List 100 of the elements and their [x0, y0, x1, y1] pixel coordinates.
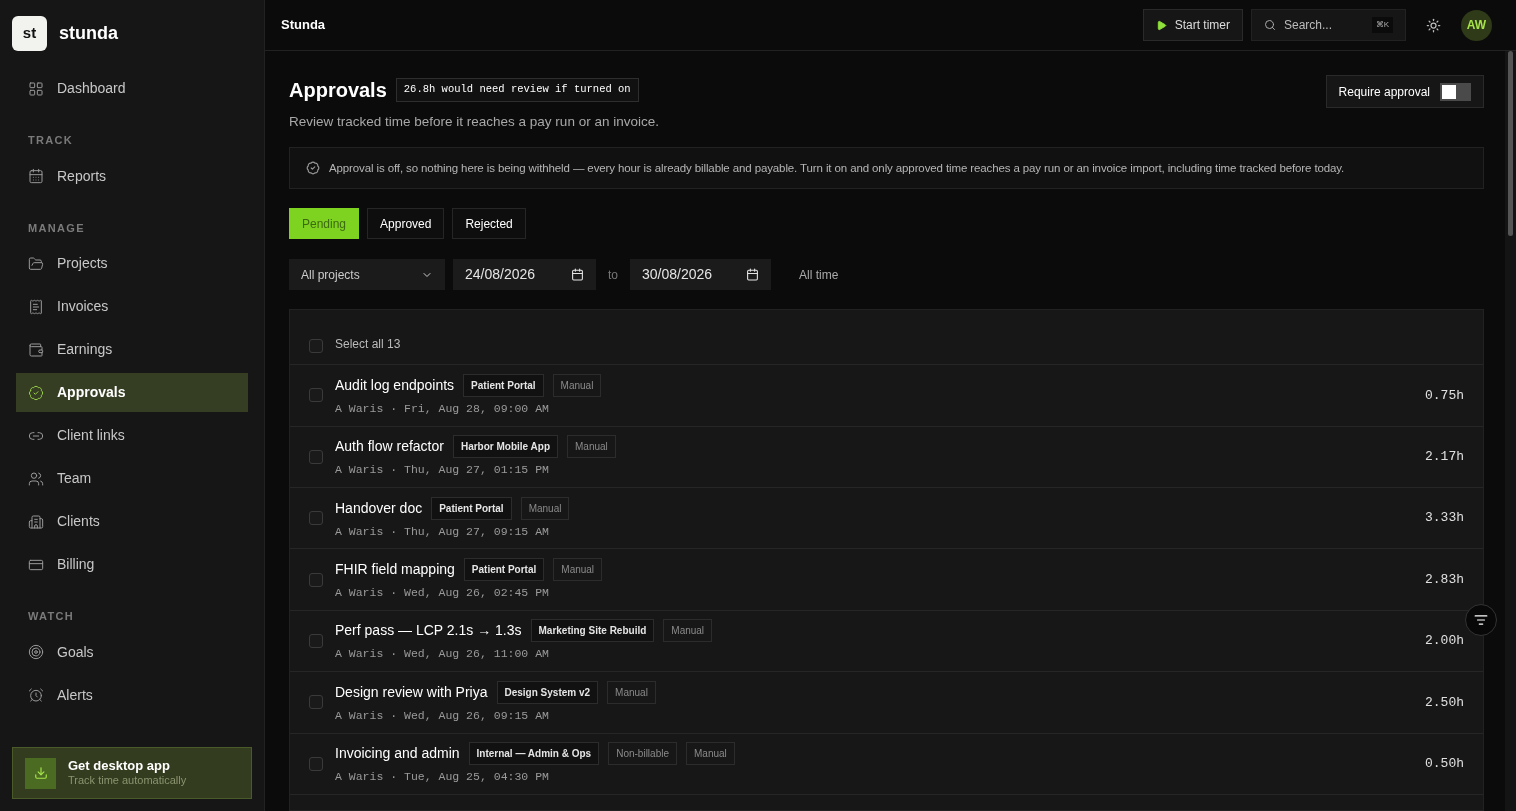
entry-title: Audit log endpoints — [335, 375, 455, 395]
checkbox[interactable] — [309, 339, 323, 354]
scrollbar-thumb[interactable] — [1508, 51, 1513, 236]
entry-hours: 2.50h — [1425, 693, 1464, 712]
project-tag: Marketing Site Rebuild — [530, 619, 655, 643]
promo-title: Get desktop app — [68, 758, 171, 775]
entry-meta: A Waris · Wed, Aug 26, 11:00 AM — [335, 646, 550, 663]
nav-item[interactable]: Clients — [16, 502, 248, 541]
shortcut-key: ⌘K — [1371, 17, 1393, 33]
checkbox[interactable] — [309, 388, 323, 403]
checkbox[interactable] — [309, 572, 323, 587]
project-tag: Patient Portal — [431, 496, 512, 520]
receipt-icon — [28, 298, 44, 315]
entry-meta: A Waris · Tue, Aug 25, 04:30 PM — [335, 769, 550, 786]
project-tag: Design System v2 — [496, 680, 599, 704]
select-all-label[interactable]: Select all 13 — [335, 335, 401, 354]
entry-title: Invoicing and admin — [335, 744, 460, 764]
entry-row[interactable]: Design review with Priya Design System v2 Manual A Waris · Wed, Aug 26, 09:15 AM 2.50h — [290, 672, 1483, 734]
entry-hours: 2.17h — [1425, 448, 1464, 467]
checkbox[interactable] — [309, 756, 323, 771]
calendar-icon — [28, 168, 44, 184]
project-select[interactable]: All projects — [289, 259, 445, 291]
checkbox[interactable] — [309, 695, 323, 710]
entry-hours: 3.33h — [1425, 509, 1464, 528]
nav-item[interactable]: Billing — [16, 545, 248, 584]
wallet-icon — [28, 341, 44, 358]
range-separator: to — [607, 266, 619, 284]
play-icon — [1155, 19, 1167, 31]
status-tab[interactable]: Pending — [289, 208, 360, 240]
entry-tag: Manual — [567, 435, 616, 459]
nav-item[interactable]: Invoices — [16, 287, 248, 326]
entry-meta: A Waris · Wed, Aug 26, 09:15 AM — [335, 707, 550, 724]
people-icon — [28, 470, 44, 487]
desktop-app-promo[interactable]: Get desktop app Track time automatically — [12, 747, 252, 799]
download-icon — [25, 757, 56, 789]
entry-meta: A Waris · Wed, Aug 26, 02:45 PM — [335, 585, 550, 601]
entry-tag: Manual — [607, 680, 656, 704]
search-field[interactable]: Search... — [1284, 16, 1364, 34]
entry-row[interactable]: FHIR field mapping Patient Portal Manual A Waris · Wed, Aug 26, 02:45 PM 2.83h — [290, 549, 1483, 611]
nav-item[interactable]: Earnings — [16, 330, 248, 369]
checkbox[interactable] — [309, 634, 323, 648]
all-time-button[interactable]: All time — [779, 259, 859, 291]
toggle-switch[interactable] — [1440, 82, 1471, 101]
user-avatar[interactable]: AW — [1461, 9, 1492, 41]
entry-tag: Manual — [520, 496, 570, 520]
nav-item[interactable]: Approvals — [16, 373, 248, 412]
entry-meta: A Waris · Thu, Aug 27, 09:15 AM — [335, 523, 550, 540]
entry-row[interactable]: Auth flow refactor Harbor Mobile App Manual A Waris · Thu, Aug 27, 01:15 PM 2.17h — [290, 426, 1483, 489]
entry-title: Design review with Priya — [335, 682, 488, 702]
date-field[interactable]: 24/08/2026 — [453, 259, 596, 291]
review-hours-badge: 26.8h would need review if turned on — [395, 78, 639, 102]
section-heading: TRACK — [27, 133, 75, 148]
entry-row[interactable]: Audit log endpoints Patient Portal Manual A Waris · Fri, Aug 28, 09:00 AM 0.75h — [290, 365, 1483, 427]
require-approval-control[interactable]: Require approval — [1325, 75, 1484, 108]
entry-row[interactable]: Perf pass — LCP 2.1s → 1.3s Marketing Site Rebuild Manual A Waris · Wed, Aug 26, 11:00 AM 2.00h — [290, 610, 1483, 673]
nav-item[interactable]: Goals — [16, 632, 248, 672]
checkbox[interactable] — [309, 449, 323, 464]
start-timer-button[interactable]: Start timer — [1142, 9, 1243, 41]
check-badge-icon — [306, 161, 320, 176]
grid-icon — [28, 80, 44, 97]
entry-meta: A Waris · Fri, Aug 28, 09:00 AM — [335, 400, 550, 417]
nav-item[interactable]: Client links — [16, 416, 248, 455]
entry-hours: 0.75h — [1425, 386, 1464, 405]
project-tag: Patient Portal — [463, 558, 545, 581]
nav-item[interactable]: Team — [16, 459, 248, 498]
nav-item[interactable]: Alerts — [16, 675, 248, 715]
nav-item[interactable]: Dashboard — [16, 69, 248, 108]
entry-hours: 2.83h — [1425, 570, 1464, 589]
project-tag: Internal — Admin & Ops — [468, 742, 600, 766]
approval-notice: Approval is off, so nothing here is being withheld — every hour is already billable and payable. Turn it on and only approved time reaches a pay run or an invoice import, including time tracked before today. — [289, 147, 1484, 190]
target-icon — [28, 644, 44, 660]
entry-tag: Manual — [553, 558, 603, 581]
checkbox[interactable] — [309, 511, 323, 526]
entry-row[interactable]: Handover doc Patient Portal Manual A Waris · Thu, Aug 27, 09:15 AM 3.33h — [290, 488, 1483, 550]
entry-tag: Manual — [552, 373, 602, 397]
entry-hours: 0.50h — [1425, 755, 1464, 774]
entry-title: Auth flow refactor — [335, 437, 444, 457]
status-tab[interactable]: Approved — [367, 208, 445, 240]
entry-title: Perf pass — LCP 2.1s → 1.3s — [335, 621, 522, 641]
page-subtitle: Review tracked time before it reaches a pay run or an invoice. — [289, 113, 659, 131]
building-icon — [28, 513, 44, 530]
check-badge-icon — [28, 384, 44, 401]
alarm-icon — [28, 687, 44, 703]
calendar-icon — [571, 268, 584, 282]
folder-icon — [28, 255, 44, 272]
entry-hours: 2.00h — [1425, 632, 1464, 651]
nav-item[interactable]: Projects — [16, 244, 248, 283]
brand-name: stunda — [59, 22, 118, 45]
theme-icon[interactable] — [1426, 17, 1441, 33]
search-box[interactable]: Search... ⌘K — [1251, 9, 1406, 41]
calendar-icon — [746, 268, 759, 282]
entry-tag: Manual — [663, 619, 713, 643]
date-field[interactable]: 30/08/2026 — [630, 259, 771, 291]
page-title: Approvals — [289, 78, 387, 103]
entry-row[interactable]: Invoicing and admin Internal — Admin & Ops Non-billable Manual A Waris · Tue, Aug 25, 04:30 PM 0.50h — [290, 733, 1483, 795]
section-heading: MANAGE — [27, 220, 86, 236]
entry-meta: A Waris · Thu, Aug 27, 01:15 PM — [335, 462, 550, 479]
status-tab[interactable]: Rejected — [452, 208, 526, 240]
entry-title: FHIR field mapping — [335, 560, 455, 579]
nav-item[interactable]: Reports — [16, 156, 248, 196]
